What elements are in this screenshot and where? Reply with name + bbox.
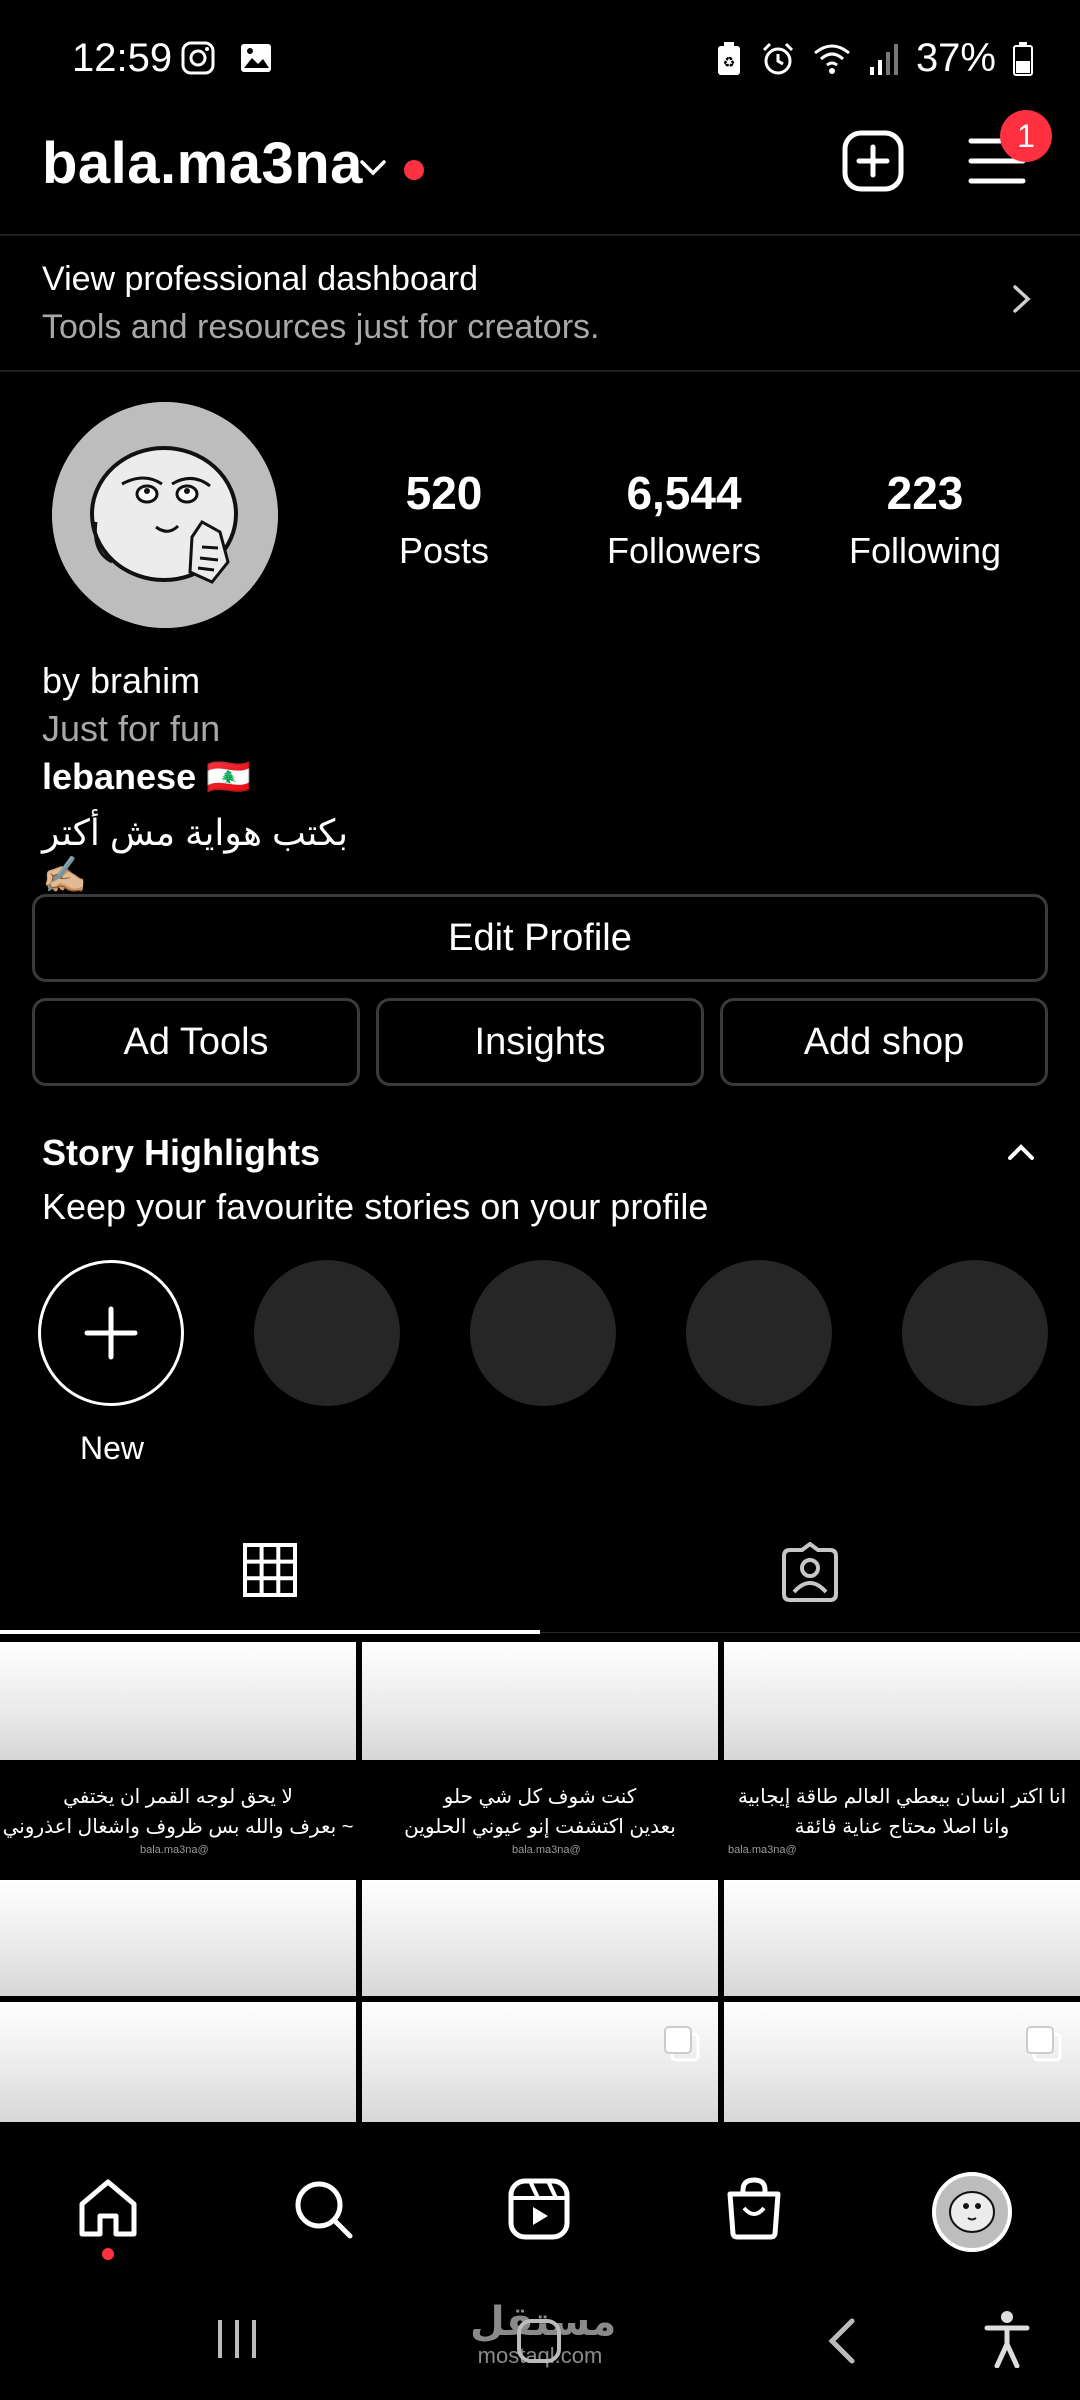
edit-profile-button[interactable]: Edit Profile (32, 894, 1048, 982)
insights-button[interactable]: Insights (376, 998, 704, 1086)
post-caption: لا يحق لوجه القمر ان يختفي ~ بعرف والله … (0, 1760, 356, 1878)
post-image (724, 1642, 1080, 1760)
story-highlights-subtitle: Keep your favourite stories on your prof… (42, 1186, 709, 1227)
account-switcher-username[interactable]: bala.ma3na (42, 130, 363, 197)
followers-value: 6,544 (626, 467, 742, 519)
back-icon[interactable] (822, 2316, 862, 2366)
posts-count[interactable]: 520 Posts (364, 466, 524, 572)
profile-avatar[interactable] (52, 402, 278, 628)
new-highlight-button[interactable] (38, 1260, 184, 1406)
new-highlight-label: New (80, 1430, 145, 1466)
post-caption: انا اكتر انسان بيعطي العالم طاقة إيجابية… (724, 1760, 1080, 1878)
chevron-right-icon (1013, 285, 1031, 313)
chevron-up-icon[interactable] (1004, 1140, 1038, 1164)
notification-dot (404, 160, 424, 180)
grid-tab-icon[interactable] (242, 1542, 298, 1598)
gallery-notif-icon (241, 44, 271, 72)
active-tab-indicator (0, 1630, 540, 1634)
dashboard-title: View professional dashboard (42, 260, 478, 298)
post-image (362, 1642, 718, 1760)
svg-text:♻: ♻ (723, 55, 736, 71)
shop-icon[interactable] (724, 2176, 784, 2240)
battery-percent: 37% (915, 36, 996, 80)
following-count[interactable]: 223 Following (830, 466, 1020, 572)
post-watermark: @bala.ma3na (512, 1844, 581, 1856)
posts-label: Posts (398, 530, 490, 571)
post-thumbnail[interactable] (362, 1880, 718, 1996)
bio-line: lebanese 🇱🇧 (42, 756, 251, 797)
followers-count[interactable]: 6,544 Followers (584, 466, 784, 572)
home-button-icon[interactable] (514, 2316, 564, 2366)
profile-name: by brahim (42, 660, 201, 701)
post-caption-line: وانا اصلا محتاج عناية فائقة (794, 1816, 1010, 1838)
post-watermark: @bala.ma3na (140, 1844, 209, 1856)
profile-category: Just for fun (42, 708, 221, 749)
post-thumbnail[interactable] (0, 2002, 356, 2122)
new-post-icon[interactable] (842, 130, 904, 192)
post-thumbnail[interactable]: لا يحق لوجه القمر ان يختفي ~ بعرف والله … (0, 1642, 356, 1878)
following-value: 223 (886, 467, 964, 519)
plus-icon (84, 1306, 138, 1360)
status-time: 12:59 (72, 36, 173, 80)
add-shop-button[interactable]: Add shop (720, 998, 1048, 1086)
post-thumbnail[interactable]: كنت شوف كل شي حلو بعدين اكتشفت إنو عيوني… (362, 1642, 718, 1878)
highlight-placeholder (902, 1260, 1048, 1406)
reels-icon[interactable] (508, 2178, 570, 2240)
post-thumbnail[interactable] (724, 1880, 1080, 1996)
post-thumbnail[interactable] (0, 1880, 356, 1996)
avatar-face-icon (949, 2191, 995, 2233)
avatar-face-icon (52, 402, 278, 628)
system-navigation-bar: مستقل mostaql.com (0, 2280, 1080, 2400)
post-caption-line: بعدين اكتشفت إنو عيوني الحلوين (404, 1816, 676, 1838)
post-watermark: @bala.ma3na (728, 1844, 797, 1856)
battery-saver-icon: ♻ (717, 41, 740, 75)
following-label: Following (848, 530, 1002, 571)
status-system-icons: ♻ 37% (714, 36, 1034, 81)
search-icon[interactable] (292, 2178, 354, 2240)
post-image (0, 1642, 356, 1760)
alarm-icon (762, 42, 793, 74)
status-notification-icons (180, 40, 274, 76)
followers-label: Followers (606, 530, 762, 571)
profile-tab-avatar[interactable] (932, 2172, 1012, 2252)
ad-tools-button[interactable]: Ad Tools (32, 998, 360, 1086)
post-caption-line: انا اكتر انسان بيعطي العالم طاقة إيجابية (737, 1786, 1067, 1808)
home-notification-dot (102, 2248, 114, 2260)
posts-value: 520 (405, 467, 483, 519)
post-caption-line: كنت شوف كل شي حلو (443, 1786, 637, 1808)
home-icon[interactable] (76, 2178, 140, 2238)
instagram-notif-icon (181, 41, 215, 75)
story-highlights-title: Story Highlights (42, 1132, 320, 1173)
carousel-icon (664, 2026, 700, 2062)
post-thumbnail[interactable] (724, 2002, 1080, 2122)
bio-line-arabic: بكتب هواية مش أكتر ✍🏼 (42, 812, 349, 895)
highlight-placeholder (254, 1260, 400, 1406)
tab-divider (540, 1632, 1080, 1633)
post-thumbnail[interactable] (362, 2002, 718, 2122)
recent-apps-icon[interactable] (214, 2316, 260, 2362)
signal-icon (869, 43, 898, 75)
battery-icon (1013, 41, 1033, 76)
status-bar: 12:59 ♻ 37% (0, 0, 1080, 120)
bottom-navigation (0, 2140, 1080, 2280)
dashboard-subtitle: Tools and resources just for creators. (42, 308, 600, 346)
post-caption: كنت شوف كل شي حلو بعدين اكتشفت إنو عيوني… (362, 1760, 718, 1878)
chevron-down-icon[interactable] (356, 150, 390, 184)
tagged-tab-icon[interactable] (780, 1542, 840, 1602)
post-caption-line: ~ بعرف والله بس ظروف واشغال اعذروني (2, 1816, 354, 1838)
professional-dashboard-link[interactable]: View professional dashboard Tools and re… (0, 236, 1080, 368)
highlight-placeholder (686, 1260, 832, 1406)
carousel-icon (1026, 2026, 1062, 2062)
menu-notification-badge: 1 (1000, 110, 1052, 162)
wifi-icon (813, 44, 850, 74)
post-caption-line: لا يحق لوجه القمر ان يختفي (63, 1786, 293, 1808)
profile-header: bala.ma3na 1 (0, 110, 1080, 230)
highlight-placeholder (470, 1260, 616, 1406)
accessibility-icon[interactable] (982, 2310, 1032, 2368)
post-thumbnail[interactable]: انا اكتر انسان بيعطي العالم طاقة إيجابية… (724, 1642, 1080, 1878)
divider (0, 370, 1080, 372)
